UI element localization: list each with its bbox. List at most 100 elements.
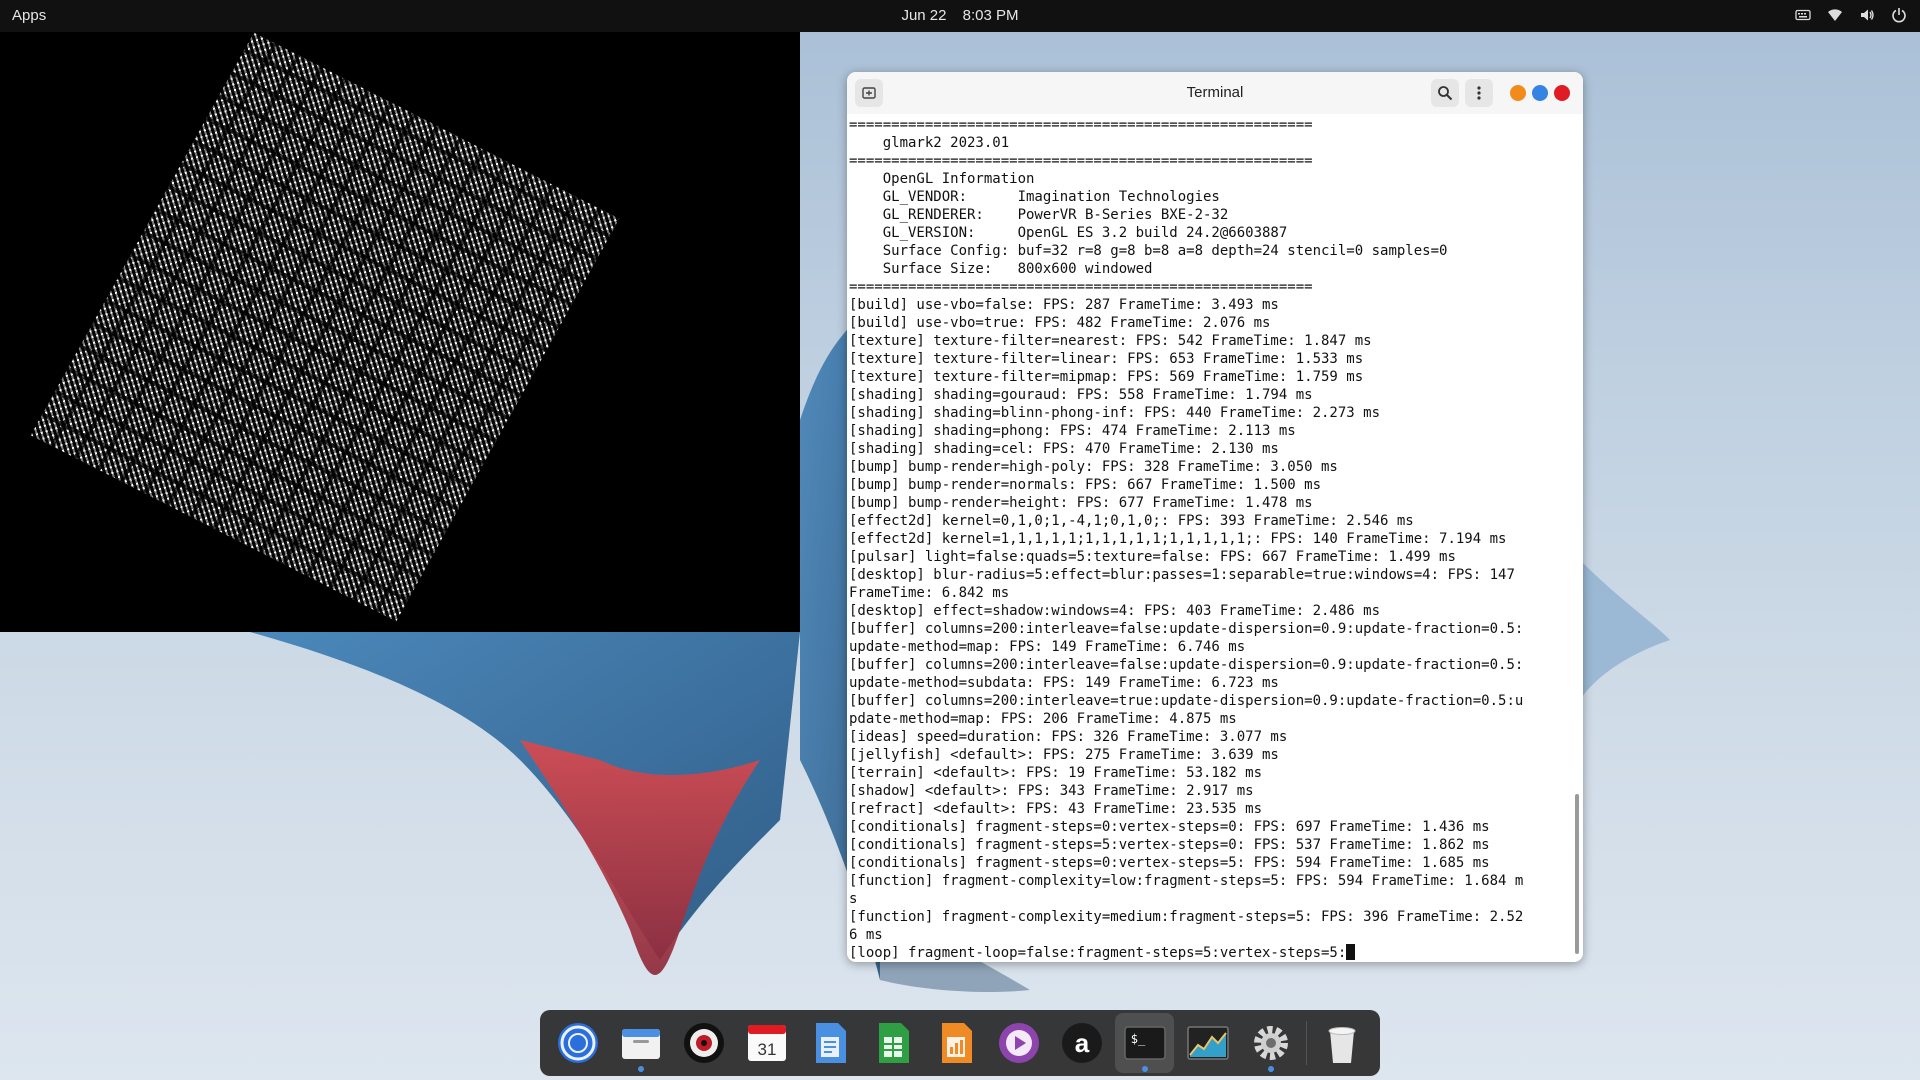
terminal-line: [terrain] <default>: FPS: 19 FrameTime: … [849, 765, 1263, 781]
running-indicator [638, 1066, 644, 1072]
terminal-line: [texture] texture-filter=mipmap: FPS: 56… [849, 369, 1364, 385]
terminal-line: [conditionals] fragment-steps=0:vertex-s… [849, 855, 1490, 871]
dock-item-settings[interactable] [1241, 1013, 1300, 1073]
maximize-button[interactable] [1532, 85, 1548, 101]
running-indicator [1142, 1066, 1148, 1072]
terminal-line: [bump] bump-render=high-poly: FPS: 328 F… [849, 459, 1338, 475]
system-tray[interactable] [1794, 6, 1908, 24]
terminal-output[interactable]: ========================================… [849, 116, 1571, 962]
app-store-icon: a [1061, 1023, 1102, 1063]
terminal-line: 6 ms [849, 927, 883, 943]
terminal-line: pdate-method=map: FPS: 206 FrameTime: 4.… [849, 711, 1237, 727]
terminal-line: [build] use-vbo=true: FPS: 482 FrameTime… [849, 315, 1271, 331]
terminal-line: [shadow] <default>: FPS: 343 FrameTime: … [849, 783, 1254, 799]
search-button[interactable] [1431, 79, 1459, 107]
terminal-line: FrameTime: 6.842 ms [849, 585, 1010, 601]
terminal-line: [function] fragment-complexity=low:fragm… [849, 873, 1524, 889]
clock[interactable]: Jun 22 8:03 PM [0, 7, 1920, 24]
terminal-line: [buffer] columns=200:interleave=true:upd… [849, 693, 1524, 709]
dock-item-system-monitor[interactable] [1178, 1013, 1237, 1073]
dock-icon-label: $_ [1130, 1032, 1145, 1046]
dock-item-writer[interactable] [800, 1013, 859, 1073]
terminal-line: [desktop] blur-radius=5:effect=blur:pass… [849, 567, 1515, 583]
clock-date: Jun 22 [901, 7, 947, 24]
system-monitor-icon [1186, 1026, 1229, 1060]
trash-icon [1328, 1027, 1356, 1063]
volume-icon[interactable] [1858, 6, 1876, 24]
terminal-line: ========================================… [849, 279, 1313, 295]
terminal-line: [buffer] columns=200:interleave=false:up… [849, 657, 1524, 673]
search-icon [1438, 86, 1453, 101]
chromium-icon [557, 1023, 598, 1063]
dock-item-calc[interactable] [863, 1013, 922, 1073]
terminal-line: [ideas] speed=duration: FPS: 326 FrameTi… [849, 729, 1288, 745]
terminal-line: [shading] shading=cel: FPS: 470 FrameTim… [849, 441, 1279, 457]
terminal-line: [desktop] effect=shadow:windows=4: FPS: … [849, 603, 1381, 619]
rendered-textured-quad [30, 32, 620, 622]
impress-icon [941, 1023, 972, 1063]
terminal-line: s [849, 891, 858, 907]
dock-item-media-player[interactable] [674, 1013, 733, 1073]
terminal-line: [effect2d] kernel=1,1,1,1,1;1,1,1,1,1;1,… [849, 531, 1507, 547]
dock-item-impress[interactable] [926, 1013, 985, 1073]
terminal-line: Surface Config: buf=32 r=8 g=8 b=8 a=8 d… [849, 243, 1448, 259]
terminal-line: glmark2 2023.01 [849, 135, 1010, 151]
terminal-line: [shading] shading=gouraud: FPS: 558 Fram… [849, 387, 1313, 403]
terminal-line: GL_RENDERER: PowerVR B-Series BXE-2-32 [849, 207, 1229, 223]
terminal-line: [function] fragment-complexity=medium:fr… [849, 909, 1524, 925]
dock-item-calendar[interactable]: 31 [737, 1013, 796, 1073]
terminal-line: [texture] texture-filter=nearest: FPS: 5… [849, 333, 1372, 349]
dock-icon-label: a [1074, 1028, 1089, 1058]
calendar-icon: 31 [747, 1025, 786, 1061]
dock-separator [1306, 1021, 1307, 1065]
terminal-line: [bump] bump-render=height: FPS: 677 Fram… [849, 495, 1313, 511]
terminal-scrollbar[interactable] [1575, 794, 1579, 954]
dock: 31 a $_ [540, 1010, 1380, 1076]
keyboard-icon[interactable] [1794, 6, 1812, 24]
settings-icon [1253, 1026, 1288, 1060]
terminal-line: [effect2d] kernel=0,1,0;1,-4,1;0,1,0;: F… [849, 513, 1414, 529]
terminal-line: OpenGL Information [849, 171, 1035, 187]
writer-icon [815, 1023, 846, 1063]
clock-time: 8:03 PM [962, 7, 1019, 24]
dock-item-files[interactable] [611, 1013, 670, 1073]
terminal-line: GL_VERSION: OpenGL ES 3.2 build 24.2@660… [849, 225, 1288, 241]
video-player-icon [998, 1023, 1039, 1063]
terminal-line: ========================================… [849, 153, 1313, 169]
close-button[interactable] [1554, 85, 1570, 101]
menu-button[interactable] [1465, 79, 1493, 107]
terminal-line: [loop] fragment-loop=false:fragment-step… [849, 944, 1571, 962]
terminal-line: [jellyfish] <default>: FPS: 275 FrameTim… [849, 747, 1279, 763]
terminal-line: [build] use-vbo=false: FPS: 287 FrameTim… [849, 297, 1279, 313]
glmark2-render-window [0, 32, 800, 632]
terminal-line: [shading] shading=phong: FPS: 474 FrameT… [849, 423, 1296, 439]
dock-item-app-store[interactable]: a [1052, 1013, 1111, 1073]
top-bar: Apps Jun 22 8:03 PM [0, 0, 1920, 32]
wifi-icon[interactable] [1826, 6, 1844, 24]
terminal-icon: $_ [1123, 1026, 1166, 1060]
dock-item-video-player[interactable] [989, 1013, 1048, 1073]
terminal-line: update-method=subdata: FPS: 149 FrameTim… [849, 675, 1279, 691]
terminal-line: [pulsar] light=false:quads=5:texture=fal… [849, 549, 1456, 565]
minimize-button[interactable] [1510, 85, 1526, 101]
terminal-line: [conditionals] fragment-steps=0:vertex-s… [849, 819, 1490, 835]
dock-icon-label: 31 [757, 1040, 776, 1059]
terminal-titlebar[interactable]: Terminal [847, 72, 1583, 114]
calc-icon [878, 1023, 909, 1063]
terminal-line: GL_VENDOR: Imagination Technologies [849, 189, 1220, 205]
running-indicator [1268, 1066, 1274, 1072]
terminal-line: Surface Size: 800x600 windowed [849, 261, 1153, 277]
text-cursor [1346, 944, 1356, 960]
terminal-line: [texture] texture-filter=linear: FPS: 65… [849, 351, 1364, 367]
power-icon[interactable] [1890, 6, 1908, 24]
terminal-window[interactable]: Terminal ===============================… [847, 72, 1583, 962]
dock-item-trash[interactable] [1313, 1013, 1372, 1073]
terminal-line: [shading] shading=blinn-phong-inf: FPS: … [849, 405, 1381, 421]
files-icon [621, 1029, 660, 1059]
terminal-line: ========================================… [849, 117, 1313, 133]
media-player-icon [683, 1023, 724, 1063]
terminal-line: [bump] bump-render=normals: FPS: 667 Fra… [849, 477, 1322, 493]
dock-item-terminal[interactable]: $_ [1115, 1013, 1174, 1073]
dock-item-chromium[interactable] [548, 1013, 607, 1073]
terminal-line: [conditionals] fragment-steps=5:vertex-s… [849, 837, 1490, 853]
